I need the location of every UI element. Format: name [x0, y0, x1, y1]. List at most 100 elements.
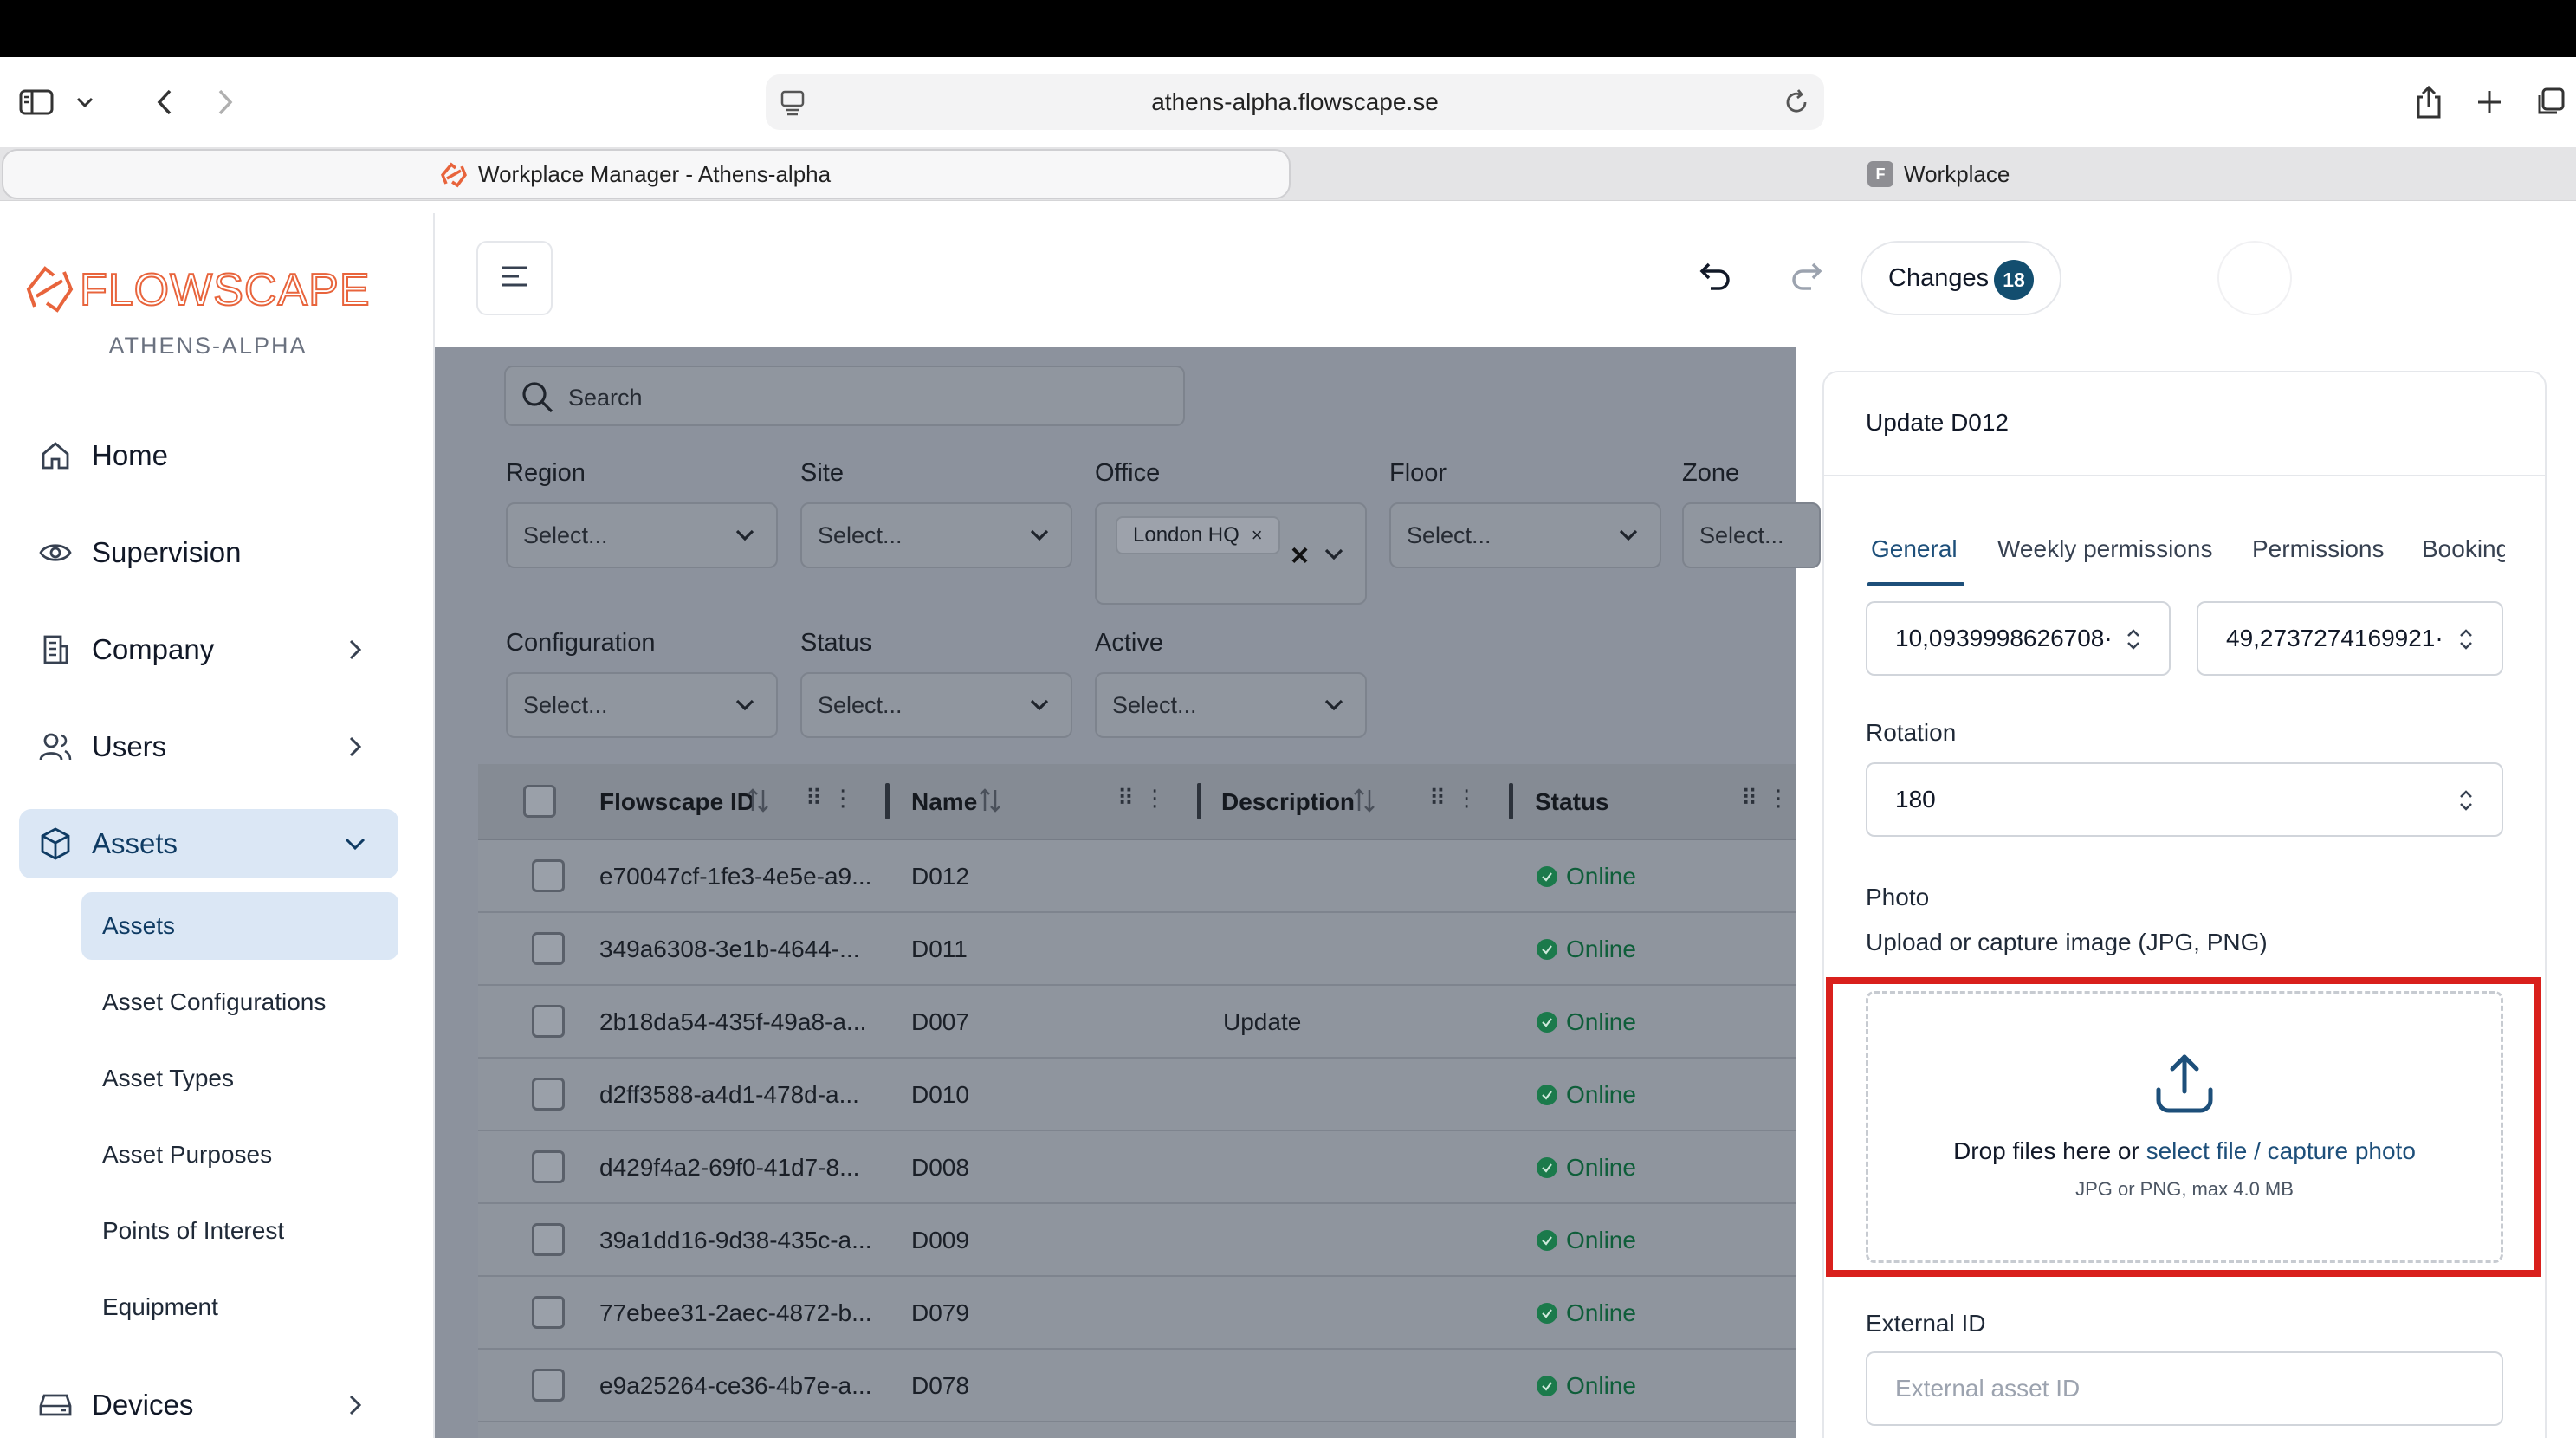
tab-general[interactable]: General — [1871, 535, 1958, 563]
column-resize-handle[interactable] — [885, 783, 890, 819]
tab-permissions[interactable]: Permissions — [2252, 535, 2384, 563]
floor-select[interactable]: Select... — [1389, 502, 1661, 568]
table-row[interactable]: 77ebee31-2aec-4872-b... D079 Online — [478, 1277, 1796, 1350]
row-checkbox[interactable] — [532, 1223, 565, 1256]
flowscape-favicon-icon — [440, 161, 468, 189]
flowscape-logo: FLOWSCAPE — [26, 262, 398, 316]
configuration-label: Configuration — [506, 629, 656, 657]
sort-icon[interactable] — [1351, 787, 1377, 814]
undo-button[interactable] — [1694, 256, 1738, 300]
sidebar-subitem-asset-configurations[interactable]: Asset Configurations — [81, 968, 398, 1036]
table-row[interactable]: 349a6308-3e1b-4644-... D011 Online — [478, 913, 1796, 986]
configuration-select-value: Select... — [523, 692, 608, 718]
sidebar-item-users[interactable]: Users — [19, 712, 398, 781]
row-checkbox[interactable] — [532, 1296, 565, 1329]
stepper-icon[interactable] — [2453, 624, 2479, 655]
select-all-checkbox[interactable] — [523, 785, 556, 818]
sidebar-subitem-assets[interactable]: Assets — [81, 892, 398, 960]
active-label: Active — [1095, 629, 1163, 657]
sidebar-subitem-asset-types[interactable]: Asset Types — [81, 1045, 398, 1112]
check-circle-icon — [1537, 939, 1557, 960]
logo-text: FLOWSCAPE — [80, 265, 371, 314]
sort-icon[interactable] — [977, 787, 1003, 814]
share-icon[interactable] — [2408, 83, 2450, 121]
column-resize-handle[interactable] — [1197, 783, 1201, 819]
row-checkbox[interactable] — [532, 859, 565, 892]
undo-icon — [1699, 261, 1733, 296]
sidebar-item-home[interactable]: Home — [19, 421, 398, 490]
region-select[interactable]: Select... — [506, 502, 778, 568]
back-icon[interactable] — [144, 83, 185, 121]
sort-icon[interactable] — [745, 787, 771, 814]
sidebar-item-label: Company — [92, 633, 215, 665]
column-header-name[interactable]: Name — [911, 788, 977, 816]
zone-select[interactable]: Select... — [1682, 502, 1821, 568]
column-resize-handle[interactable] — [1509, 783, 1513, 819]
cell-flowscape-id: e9a25264-ce36-4b7e-a... — [599, 1372, 872, 1399]
sidebar-item-devices[interactable]: Devices — [19, 1370, 398, 1438]
region-label: Region — [506, 459, 586, 487]
zone-select-value: Select... — [1699, 522, 1784, 548]
menu-toggle-button[interactable] — [476, 241, 553, 315]
sidebar-subitem-equipment[interactable]: Equipment — [81, 1273, 398, 1341]
coordinate-x-input[interactable]: 10,0939998626708· — [1866, 601, 2171, 676]
new-tab-icon[interactable] — [2469, 83, 2510, 121]
coordinate-x-value: 10,0939998626708· — [1895, 625, 2113, 651]
row-checkbox[interactable] — [532, 1078, 565, 1111]
coordinate-y-input[interactable]: 49,2737274169921· — [2197, 601, 2503, 676]
sidebar-subitem-points-of-interest[interactable]: Points of Interest — [81, 1197, 398, 1265]
table-row[interactable]: e70047cf-1fe3-4e5e-a9... D012 Online — [478, 840, 1796, 913]
status-select[interactable]: Select... — [800, 672, 1072, 738]
tab-workplace[interactable]: Workplace — [1904, 149, 2010, 199]
highlight-box — [1826, 977, 2541, 1277]
status-badge: Online — [1537, 863, 1636, 891]
sidebar-toggle-icon[interactable] — [16, 83, 57, 121]
search-input[interactable]: Search — [504, 366, 1185, 426]
site-select[interactable]: Select... — [800, 502, 1072, 568]
table-row[interactable]: d2ff3588-a4d1-478d-a... D010 Online — [478, 1059, 1796, 1131]
row-checkbox[interactable] — [532, 932, 565, 965]
column-drag-icon[interactable]: ⠿ ⋮ — [806, 785, 856, 812]
tab-booking[interactable]: Booking — [2422, 535, 2505, 563]
changes-button[interactable]: Changes 18 — [1861, 241, 2061, 315]
column-header-description[interactable]: Description — [1221, 788, 1355, 816]
table-row[interactable]: 39a1dd16-9d38-435c-a... D009 Online — [478, 1204, 1796, 1277]
column-header-flowscape-id[interactable]: Flowscape ID — [599, 788, 754, 816]
column-drag-icon[interactable]: ⠿ ⋮ — [1741, 785, 1791, 812]
address-bar[interactable]: athens-alpha.flowscape.se — [766, 74, 1824, 130]
rotation-input[interactable]: 180 — [1866, 762, 2503, 837]
sidebar-subitem-asset-purposes[interactable]: Asset Purposes — [81, 1121, 398, 1189]
sidebar-item-assets[interactable]: Assets — [19, 809, 398, 878]
tab-weekly-permissions[interactable]: Weekly permissions — [1997, 535, 2212, 563]
chip-remove-icon[interactable]: × — [1252, 524, 1263, 547]
office-select[interactable]: London HQ × × — [1095, 502, 1367, 605]
forward-icon[interactable] — [204, 83, 246, 121]
redo-button[interactable] — [1784, 256, 1828, 300]
table-row[interactable]: 2b18da54-435f-49a8-a... D007 Update Online — [478, 986, 1796, 1059]
sidebar-item-company[interactable]: Company — [19, 615, 398, 684]
sidebar-item-label: Supervision — [92, 536, 242, 568]
external-id-input[interactable]: External asset ID — [1866, 1351, 2503, 1426]
workplace-favicon-icon[interactable]: F — [1867, 161, 1893, 187]
configuration-select[interactable]: Select... — [506, 672, 778, 738]
active-select[interactable]: Select... — [1095, 672, 1367, 738]
avatar[interactable] — [2217, 241, 2292, 315]
chevron-down-icon[interactable] — [64, 83, 106, 121]
row-checkbox[interactable] — [532, 1369, 565, 1402]
column-header-status[interactable]: Status — [1535, 788, 1609, 816]
stepper-icon[interactable] — [2120, 624, 2146, 655]
table-row[interactable]: d429f4a2-69f0-41d7-8... D008 Online — [478, 1131, 1796, 1204]
reload-icon[interactable] — [1781, 87, 1812, 118]
clear-selection-icon[interactable]: × — [1291, 537, 1309, 573]
stepper-icon[interactable] — [2453, 785, 2479, 816]
office-chip[interactable]: London HQ × — [1116, 516, 1280, 554]
tab-overview-icon[interactable] — [2529, 83, 2571, 121]
column-drag-icon[interactable]: ⠿ ⋮ — [1429, 785, 1479, 812]
status-text: Online — [1566, 1227, 1636, 1253]
sidebar-item-supervision[interactable]: Supervision — [19, 518, 398, 587]
cell-name: D010 — [911, 1081, 969, 1108]
row-checkbox[interactable] — [532, 1150, 565, 1183]
table-row[interactable]: e9a25264-ce36-4b7e-a... D078 Online — [478, 1350, 1796, 1422]
column-drag-icon[interactable]: ⠿ ⋮ — [1117, 785, 1168, 812]
row-checkbox[interactable] — [532, 1005, 565, 1038]
